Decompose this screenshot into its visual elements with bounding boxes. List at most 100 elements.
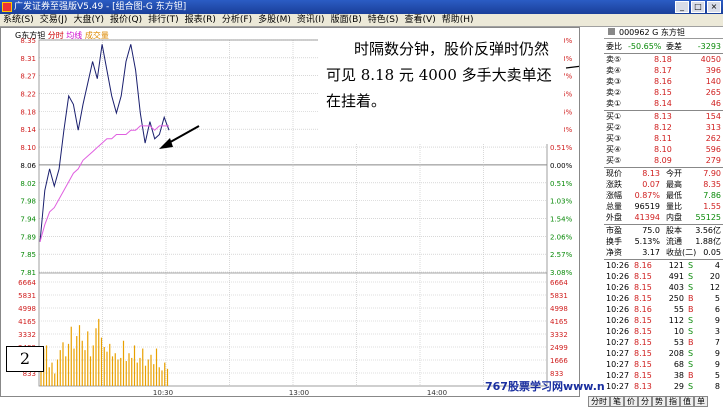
menu-item-8[interactable]: 资讯(I) bbox=[294, 14, 328, 26]
menu-item-5[interactable]: 报表(R) bbox=[182, 14, 219, 26]
menu-item-3[interactable]: 报价(Q) bbox=[107, 14, 145, 26]
menu-item-1[interactable]: 交易(J) bbox=[37, 14, 71, 26]
pct-tick-label: 0.00% bbox=[550, 162, 573, 170]
tick-side: B bbox=[688, 371, 694, 380]
bottom-tab-4[interactable]: 势 bbox=[652, 396, 666, 407]
bottom-tab-6[interactable]: 值 bbox=[680, 396, 694, 407]
fund-label: 换手 bbox=[606, 237, 622, 246]
fund-label-2: 流通 bbox=[666, 237, 682, 246]
stat-label: 涨跌 bbox=[606, 180, 622, 189]
price-tick-label: 8.27 bbox=[20, 73, 36, 81]
menu-item-9[interactable]: 版面(B) bbox=[328, 14, 365, 26]
ask-label: 卖⑤ bbox=[606, 55, 622, 64]
annotation-text: 时隔数分钟，股价反弹时仍然可见 8.18 元 4000 多手大卖单还在挂着。 bbox=[318, 34, 564, 144]
bid-row: 买④ 8.10 596 bbox=[604, 144, 723, 155]
tick-volume: 403 bbox=[668, 283, 684, 292]
stat-value-2: 7.86 bbox=[703, 191, 721, 200]
ask-volume: 140 bbox=[705, 77, 721, 86]
tick-row: 10:27 8.15 208 S 9 bbox=[604, 348, 723, 359]
stat-label-2: 量比 bbox=[666, 202, 682, 211]
tick-count: 9 bbox=[714, 360, 720, 369]
bottom-tab-0[interactable]: 分时 bbox=[588, 396, 610, 407]
tick-volume: 121 bbox=[668, 261, 684, 270]
stat-value-2: 1.55 bbox=[703, 202, 721, 211]
bid-label: 买③ bbox=[606, 134, 622, 143]
tick-time: 10:27 bbox=[606, 360, 630, 369]
ask-price: 8.18 bbox=[654, 55, 672, 64]
vol-tick-label: 5831 bbox=[18, 292, 36, 300]
tick-price: 8.15 bbox=[634, 327, 652, 336]
weibi-value: -50.65% bbox=[628, 42, 662, 51]
bottom-tab-7[interactable]: 单 bbox=[694, 396, 708, 407]
weicha-label: 委差 bbox=[666, 42, 682, 51]
tick-count: 8 bbox=[714, 382, 720, 391]
fund-label: 市盈 bbox=[606, 226, 622, 235]
price-tick-label: 8.18 bbox=[20, 108, 36, 116]
fund-value-2: 1.88亿 bbox=[695, 237, 721, 246]
menu-item-6[interactable]: 分析(F) bbox=[219, 14, 255, 26]
series-label-volume: 成交量 bbox=[84, 31, 109, 40]
tick-side: S bbox=[688, 283, 694, 292]
title-bar: 广发证券至强版V5.49 - [组合图-G 东方钽] _ □ × bbox=[0, 0, 723, 14]
menu-item-7[interactable]: 多股(M) bbox=[255, 14, 294, 26]
menu-item-0[interactable]: 系统(S) bbox=[0, 14, 37, 26]
tick-side: S bbox=[688, 382, 694, 391]
fund-value: 3.17 bbox=[642, 248, 660, 257]
stat-row: 涨幅 0.87% 最低 7.86 bbox=[604, 190, 723, 201]
tick-volume: 491 bbox=[668, 272, 684, 281]
vol-tick-label: 4998 bbox=[18, 305, 36, 313]
bid-price: 8.13 bbox=[654, 112, 672, 121]
fund-value-2: 0.05 bbox=[703, 248, 721, 257]
tick-row: 10:27 8.13 29 S 8 bbox=[604, 381, 723, 392]
pct-tick-label: 2.06% bbox=[550, 233, 573, 241]
menu-item-2[interactable]: 大盘(Y) bbox=[70, 14, 107, 26]
price-line bbox=[39, 44, 170, 242]
bottom-tab-1[interactable]: 笔 bbox=[610, 396, 624, 407]
close-button[interactable]: × bbox=[707, 1, 721, 13]
bid-label: 买④ bbox=[606, 145, 622, 154]
stat-label: 外盘 bbox=[606, 213, 622, 222]
tick-volume: 38 bbox=[673, 371, 684, 380]
minimize-button[interactable]: _ bbox=[675, 1, 689, 13]
stat-value: 96519 bbox=[634, 202, 660, 211]
weicha-value: -3293 bbox=[697, 42, 721, 51]
tick-side: B bbox=[688, 338, 694, 347]
menu-item-12[interactable]: 帮助(H) bbox=[439, 14, 477, 26]
pct-tick-label: 1.03% bbox=[550, 198, 573, 206]
tick-time: 10:26 bbox=[606, 261, 630, 270]
stat-row: 现价 8.13 今开 7.90 bbox=[604, 168, 723, 179]
tick-side: S bbox=[688, 349, 694, 358]
bottom-tab-5[interactable]: 指 bbox=[666, 396, 680, 407]
tick-count: 7 bbox=[714, 338, 720, 347]
stock-name: G东方钽 bbox=[15, 31, 46, 40]
tick-count: 20 bbox=[709, 272, 720, 281]
tick-volume: 29 bbox=[673, 382, 684, 391]
stat-label-2: 最高 bbox=[666, 180, 682, 189]
bid-price: 8.12 bbox=[654, 123, 672, 132]
stock-code-title: 000962 G 东方钽 bbox=[604, 27, 723, 39]
tick-price: 8.15 bbox=[634, 360, 652, 369]
tick-side: S bbox=[688, 316, 694, 325]
bottom-tab-2[interactable]: 价 bbox=[624, 396, 638, 407]
restore-button[interactable]: □ bbox=[691, 1, 705, 13]
menu-item-11[interactable]: 查看(V) bbox=[402, 14, 439, 26]
menu-item-10[interactable]: 特色(S) bbox=[365, 14, 402, 26]
tick-time: 10:26 bbox=[606, 272, 630, 281]
tick-side: S bbox=[688, 261, 694, 270]
fund-label: 净资 bbox=[606, 248, 622, 257]
tick-volume: 53 bbox=[673, 338, 684, 347]
stat-value: 0.07 bbox=[642, 180, 660, 189]
price-tick-label: 7.98 bbox=[20, 198, 36, 206]
tick-volume: 68 bbox=[673, 360, 684, 369]
stat-value: 0.87% bbox=[634, 191, 660, 200]
bid-price: 8.09 bbox=[654, 156, 672, 165]
tick-row: 10:26 8.15 250 B 5 bbox=[604, 293, 723, 304]
tick-volume: 250 bbox=[668, 294, 684, 303]
bottom-tab-3[interactable]: 分 bbox=[638, 396, 652, 407]
series-label-avg: 均线 bbox=[66, 31, 83, 40]
price-tick-label: 8.10 bbox=[20, 144, 36, 152]
price-tick-label: 7.85 bbox=[20, 251, 36, 259]
tick-row: 10:27 8.15 53 B 7 bbox=[604, 337, 723, 348]
bid-volume: 262 bbox=[705, 134, 721, 143]
menu-item-4[interactable]: 排行(T) bbox=[145, 14, 182, 26]
